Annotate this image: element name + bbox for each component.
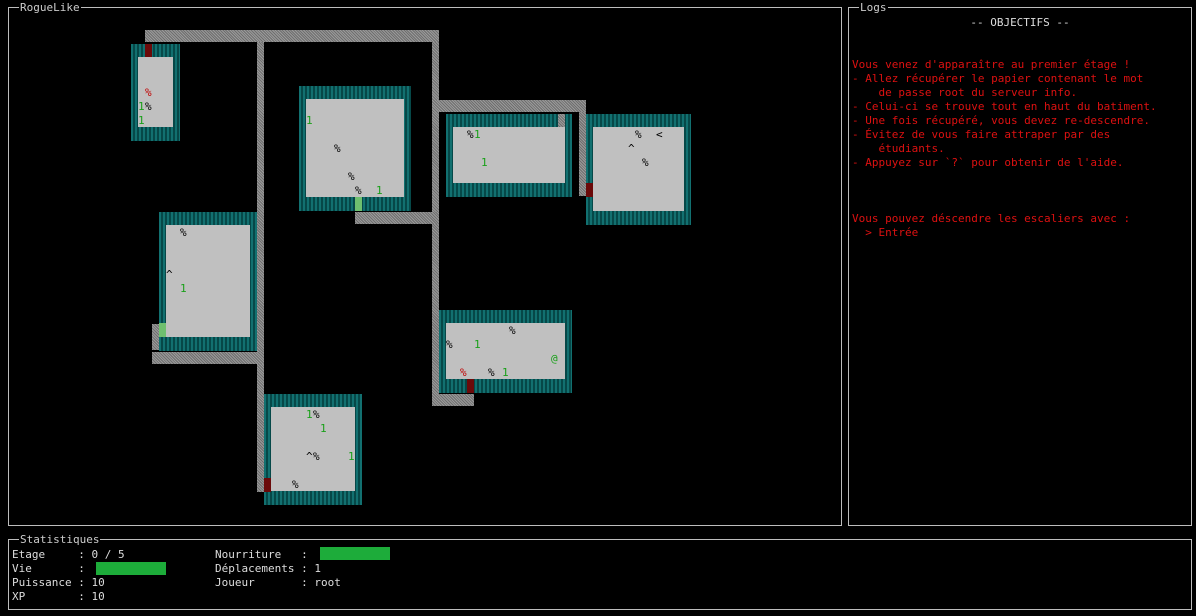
- statistics-panel: Statistiques Etage : 0 / 5 Vie : Puissan…: [8, 533, 1192, 610]
- corridor: [579, 112, 586, 196]
- logs-panel: Logs -- OBJECTIFS -- Vous venez d'appara…: [848, 1, 1192, 526]
- corridor: [558, 114, 565, 127]
- log-line: - Celui-ci se trouve tout en haut du bat…: [852, 100, 1157, 113]
- trap: ^: [628, 142, 635, 155]
- objectives-heading: -- OBJECTIFS --: [970, 16, 1070, 29]
- log-line: - Appuyez sur `?` pour obtenir de l'aide…: [852, 156, 1124, 169]
- potion-item: 1: [138, 114, 145, 127]
- door[interactable]: [355, 197, 362, 211]
- corridor: [432, 394, 474, 406]
- room-floor: [306, 99, 404, 197]
- stat-vie: Vie :: [12, 562, 85, 575]
- potion-item: 1: [474, 128, 481, 141]
- corridor: [355, 212, 439, 224]
- food-item: %: [460, 366, 467, 379]
- stat-deplacements: Déplacements : 1: [215, 562, 321, 575]
- food-item: %: [348, 170, 355, 183]
- food-item: %: [642, 156, 649, 169]
- log-line: de passe root du serveur info.: [852, 86, 1078, 99]
- logs-panel-title: Logs: [859, 1, 888, 14]
- food-item: %: [509, 324, 516, 337]
- potion-item: 1: [180, 282, 187, 295]
- room-floor: [166, 225, 250, 337]
- stat-xp: XP : 10: [12, 590, 105, 603]
- door[interactable]: [145, 44, 152, 57]
- food-item: %: [488, 366, 495, 379]
- food-item: %: [467, 128, 474, 141]
- food-item: %: [446, 338, 453, 351]
- door[interactable]: [467, 379, 474, 393]
- corridor: [257, 42, 264, 492]
- log-line: - Une fois récupéré, vous devez re-desce…: [852, 114, 1151, 127]
- corridor: [152, 352, 264, 364]
- food-item: %: [355, 184, 362, 197]
- corridor: [145, 30, 439, 42]
- trap: ^: [306, 450, 313, 463]
- corridor: [432, 100, 586, 112]
- stat-etage: Etage : 0 / 5: [12, 548, 125, 561]
- potion-item: 1: [474, 338, 481, 351]
- door[interactable]: [159, 323, 166, 337]
- log-line: Vous pouvez déscendre les escaliers avec…: [852, 212, 1131, 225]
- stairs-up: <: [656, 128, 663, 141]
- potion-item: 1: [306, 114, 313, 127]
- log-line: Vous venez d'apparaître au premier étage…: [852, 58, 1131, 71]
- food-item: %: [334, 142, 341, 155]
- food-item: %: [180, 226, 187, 239]
- trap: ^: [166, 268, 173, 281]
- log-line: - Allez récupérer le papier contenant le…: [852, 72, 1144, 85]
- corridor: [152, 324, 159, 350]
- potion-item: 1: [348, 450, 355, 463]
- log-line: - Évitez de vous faire attraper par des: [852, 128, 1111, 141]
- food-item: %: [145, 100, 152, 113]
- potion-item: 1: [481, 156, 488, 169]
- potion-item: 1: [306, 408, 313, 421]
- food-item: %: [313, 450, 320, 463]
- potion-item: 1: [138, 100, 145, 113]
- food-item: %: [292, 478, 299, 491]
- vie-bar: [96, 562, 166, 575]
- corridor: [432, 42, 439, 406]
- nourriture-bar: [320, 547, 390, 560]
- stat-nourriture: Nourriture :: [215, 548, 308, 561]
- door[interactable]: [586, 183, 593, 197]
- potion-item: 1: [502, 366, 509, 379]
- log-line: étudiants.: [852, 142, 945, 155]
- statistics-panel-title: Statistiques: [19, 533, 101, 546]
- food-item: %: [145, 86, 152, 99]
- potion-item: 1: [320, 422, 327, 435]
- player-character: @: [551, 352, 558, 365]
- map-panel-title: RogueLike: [19, 1, 81, 14]
- log-line: > Entrée: [852, 226, 919, 239]
- stat-puissance: Puissance : 10: [12, 576, 105, 589]
- potion-item: 1: [376, 184, 383, 197]
- stat-joueur: Joueur : root: [215, 576, 341, 589]
- food-item: %: [313, 408, 320, 421]
- food-item: %: [635, 128, 642, 141]
- door[interactable]: [264, 478, 271, 492]
